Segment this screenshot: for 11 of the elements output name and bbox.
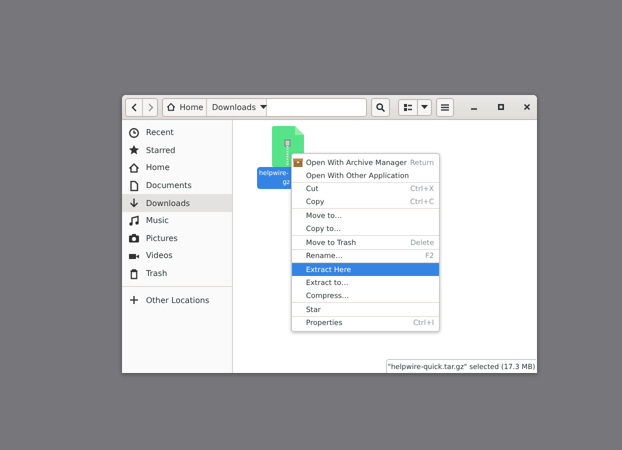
path-button[interactable]: Home bbox=[162, 98, 207, 116]
sidebar-item[interactable]: Home bbox=[122, 159, 232, 177]
sidebar-item[interactable]: Videos bbox=[122, 247, 232, 265]
sidebar-item[interactable]: Music bbox=[122, 212, 232, 230]
sidebar-item[interactable]: Downloads bbox=[122, 194, 232, 212]
sidebar-item[interactable]: Other Locations bbox=[122, 291, 232, 309]
sidebar-item[interactable]: Trash bbox=[122, 264, 232, 282]
sidebar-item[interactable]: Starred bbox=[122, 142, 232, 160]
sidebar-item[interactable]: Recent bbox=[122, 124, 232, 142]
sidebar-item[interactable]: Pictures bbox=[122, 230, 232, 248]
sidebar-item[interactable]: Documents bbox=[122, 176, 232, 194]
